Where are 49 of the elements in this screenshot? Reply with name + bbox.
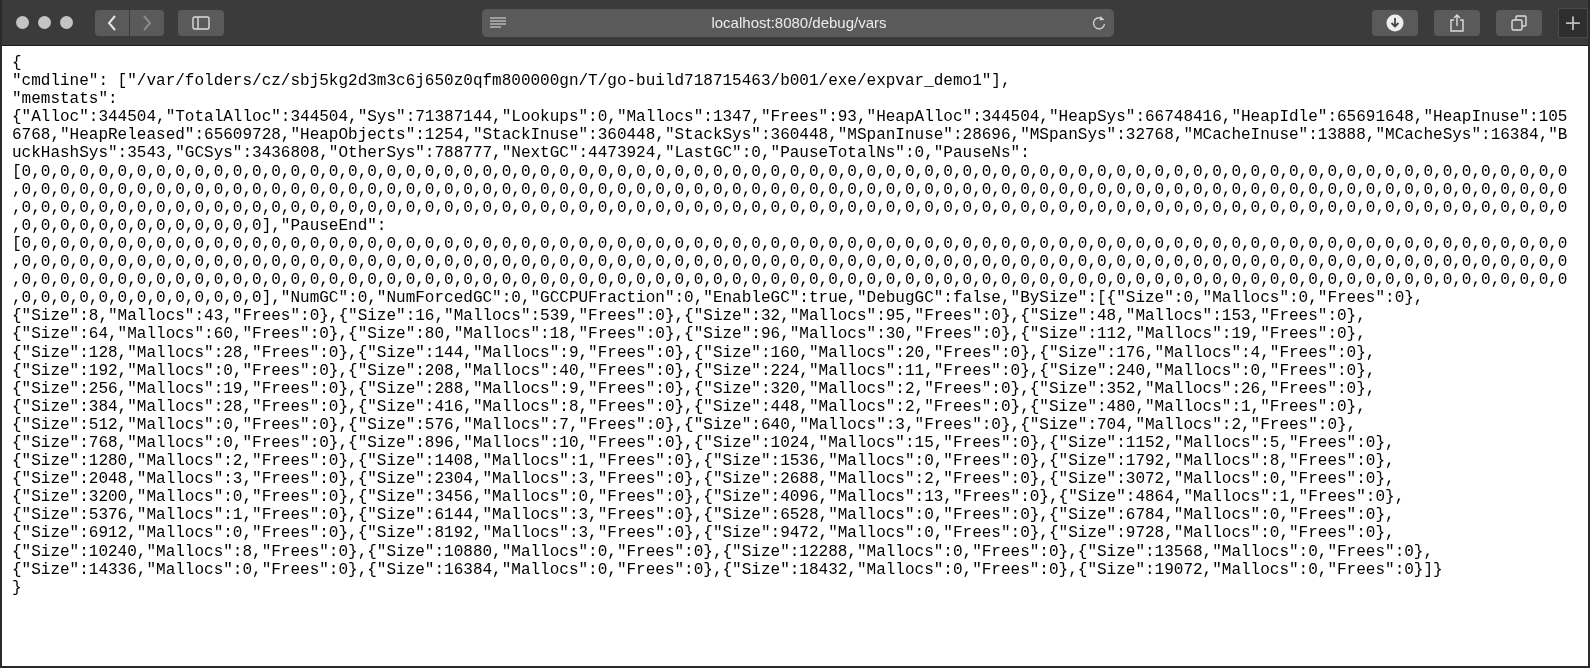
reload-icon[interactable] (1092, 15, 1106, 30)
reader-icon[interactable] (490, 16, 506, 29)
address-bar[interactable]: localhost:8080/debug/vars (482, 8, 1114, 37)
json-line: {"Size":3200,"Mallocs":0,"Frees":0},{"Size":3456,"Mallocs":0,"Frees":0},{"Size":4096,"Mallocs":13,"Frees":0},{"Size":4864,"Mallocs":1,"Frees":0}, (12, 488, 1405, 507)
json-line: {"Alloc":344504,"TotalAlloc":344504,"Sys":71387144,"Lookups":0,"Mallocs":1347,"Frees":93,"HeapAlloc":344504,"HeapSys":66748416,"HeapIdle":65691648,"HeapInuse":105 (12, 108, 1568, 127)
json-line: {"Size":5376,"Mallocs":1,"Frees":0},{"Size":6144,"Mallocs":3,"Frees":0},{"Size":6528,"Mallocs":0,"Frees":0},{"Size":6784,"Mallocs":0,"Frees":0}, (12, 506, 1395, 525)
json-line: ,0,0,0,0,0,0,0,0,0,0,0,0,0,0,0,0,0,0,0,0,0,0,0,0,0,0,0,0,0,0,0,0,0,0,0,0,0,0,0,0,0,0,0,0,0,0,0,0,0,0,0,0,0,0,0,0,0,0,0,0,0,0,0,0,0,0,0,0,0,0,0,0,0,0,0,0,0,0,0,0,0 (12, 271, 1568, 290)
json-line: {"Size":14336,"Mallocs":0,"Frees":0},{"Size":16384,"Mallocs":0,"Frees":0},{"Size":18432,"Mallocs":0,"Frees":0},{"Size":19072,"Mallocs":0,"Frees":0}]} (12, 560, 1443, 579)
json-line: } (12, 578, 22, 597)
json-line: {"Size":128,"Mallocs":28,"Frees":0},{"Size":144,"Mallocs":9,"Frees":0},{"Size":160,"Mallocs":20,"Frees":0},{"Size":176,"Mallocs":4,"Frees":0}, (12, 343, 1376, 362)
json-line: {"Size":192,"Mallocs":0,"Frees":0},{"Size":208,"Mallocs":40,"Frees":0},{"Size":224,"Mallocs":11,"Frees":0},{"Size":240,"Mallocs":0,"Frees":0}, (12, 361, 1376, 380)
chevron-right-icon (142, 14, 152, 31)
download-button[interactable] (1372, 9, 1418, 36)
json-line: 6768,"HeapReleased":65609728,"HeapObjects":1254,"StackInuse":360448,"StackSys":360448,"MSpanInuse":28696,"MSpanSys":32768,"MCacheInuse":13888,"MCacheSys":16384,"B (12, 126, 1568, 145)
new-tab-button[interactable]: + (1558, 7, 1588, 38)
json-line: uckHashSys":3543,"GCSys":3436808,"OtherSys":788777,"NextGC":4473924,"LastGC":0,"PauseTotalNs":0,"PauseNs": (12, 144, 1030, 163)
back-button[interactable] (95, 9, 129, 36)
json-line: ,0,0,0,0,0,0,0,0,0,0,0,0,0,0,0,0,0,0,0,0,0,0,0,0,0,0,0,0,0,0,0,0,0,0,0,0,0,0,0,0,0,0,0,0,0,0,0,0,0,0,0,0,0,0,0,0,0,0,0,0,0,0,0,0,0,0,0,0,0,0,0,0,0,0,0,0,0,0,0,0,0 (12, 180, 1568, 199)
chevron-left-icon (107, 14, 117, 31)
tabs-button[interactable] (1496, 9, 1542, 36)
download-icon (1386, 13, 1404, 32)
close-icon[interactable] (16, 16, 29, 29)
json-line: ,0,0,0,0,0,0,0,0,0,0,0,0,0],"NumGC":0,"NumForcedGC":0,"GCCPUFraction":0,"EnableGC":true,"DebugGC":false,"BySize":[{"Size":0,"Mallocs":0,"Frees":0}, (12, 289, 1424, 308)
json-line: [0,0,0,0,0,0,0,0,0,0,0,0,0,0,0,0,0,0,0,0,0,0,0,0,0,0,0,0,0,0,0,0,0,0,0,0,0,0,0,0,0,0,0,0,0,0,0,0,0,0,0,0,0,0,0,0,0,0,0,0,0,0,0,0,0,0,0,0,0,0,0,0,0,0,0,0,0,0,0,0,0 (12, 162, 1568, 181)
json-line: [0,0,0,0,0,0,0,0,0,0,0,0,0,0,0,0,0,0,0,0,0,0,0,0,0,0,0,0,0,0,0,0,0,0,0,0,0,0,0,0,0,0,0,0,0,0,0,0,0,0,0,0,0,0,0,0,0,0,0,0,0,0,0,0,0,0,0,0,0,0,0,0,0,0,0,0,0,0,0,0,0 (12, 234, 1568, 254)
tabs-icon (1511, 14, 1527, 31)
json-line: ,0,0,0,0,0,0,0,0,0,0,0,0,0],"PauseEnd": (12, 216, 387, 235)
json-line: {"Size":768,"Mallocs":0,"Frees":0},{"Size":896,"Mallocs":10,"Frees":0},{"Size":1024,"Mallocs":15,"Frees":0},{"Size":1152,"Mallocs":5,"Frees":0}, (12, 433, 1395, 453)
json-line: "cmdline": ["/var/folders/cz/sbj5kg2d3m3c6j650z0qfm800000gn/T/go-build718715463/b001/exe/expvar_demo1"], (12, 72, 1011, 91)
minimize-icon[interactable] (38, 16, 51, 29)
json-line: {"Size":384,"Mallocs":28,"Frees":0},{"Size":416,"Mallocs":8,"Frees":0},{"Size":448,"Mallocs":2,"Frees":0},{"Size":480,"Mallocs":1,"Frees":0}, (12, 397, 1366, 416)
json-line: {"Size":6912,"Mallocs":0,"Frees":0},{"Size":8192,"Mallocs":3,"Frees":0},{"Size":9472,"Mallocs":0,"Frees":0},{"Size":9728,"Mallocs":0,"Frees":0}, (12, 524, 1395, 543)
share-icon (1449, 13, 1465, 32)
json-line: {"Size":64,"Mallocs":60,"Frees":0},{"Size":80,"Mallocs":18,"Frees":0},{"Size":96,"Mallocs":30,"Frees":0},{"Size":112,"Mallocs":19,"Frees":0}, (12, 325, 1366, 344)
json-line: "memstats": (12, 90, 118, 109)
json-line: {"Size":10240,"Mallocs":8,"Frees":0},{"Size":10880,"Mallocs":0,"Frees":0},{"Size":12288,"Mallocs":0,"Frees":0},{"Size":13568,"Mallocs":0,"Frees":0}, (12, 542, 1434, 561)
json-line: ,0,0,0,0,0,0,0,0,0,0,0,0,0,0,0,0,0,0,0,0,0,0,0,0,0,0,0,0,0,0,0,0,0,0,0,0,0,0,0,0,0,0,0,0,0,0,0,0,0,0,0,0,0,0,0,0,0,0,0,0,0,0,0,0,0,0,0,0,0,0,0,0,0,0,0,0,0,0,0,0,0 (12, 253, 1568, 272)
json-line: {"Size":1280,"Mallocs":2,"Frees":0},{"Size":1408,"Mallocs":1,"Frees":0},{"Size":1536,"Mallocs":0,"Frees":0},{"Size":1792,"Mallocs":8,"Frees":0}, (12, 452, 1395, 471)
sidebar-button[interactable] (178, 9, 224, 36)
json-line: {"Size":8,"Mallocs":43,"Frees":0},{"Size":16,"Mallocs":539,"Frees":0},{"Size":32,"Mallocs":95,"Frees":0},{"Size":48,"Mallocs":153,"Frees":0}, (12, 307, 1366, 326)
json-line: {"Size":512,"Mallocs":0,"Frees":0},{"Size":576,"Mallocs":7,"Frees":0},{"Size":640,"Mallocs":3,"Frees":0},{"Size":704,"Mallocs":2,"Frees":0}, (12, 415, 1357, 434)
share-button[interactable] (1434, 9, 1480, 36)
json-line: { (12, 54, 22, 73)
json-line: {"Size":2048,"Mallocs":3,"Frees":0},{"Size":2304,"Mallocs":3,"Frees":0},{"Size":2688,"Mallocs":2,"Frees":0},{"Size":3072,"Mallocs":0,"Frees":0}, (12, 470, 1395, 489)
sidebar-icon (192, 15, 210, 30)
url-text: localhost:8080/debug/vars (710, 14, 888, 31)
zoom-icon[interactable] (60, 16, 73, 29)
json-line: {"Size":256,"Mallocs":19,"Frees":0},{"Size":288,"Mallocs":9,"Frees":0},{"Size":320,"Mallocs":2,"Frees":0},{"Size":352,"Mallocs":26,"Frees":0}, (12, 379, 1376, 398)
json-line: ,0,0,0,0,0,0,0,0,0,0,0,0,0,0,0,0,0,0,0,0,0,0,0,0,0,0,0,0,0,0,0,0,0,0,0,0,0,0,0,0,0,0,0,0,0,0,0,0,0,0,0,0,0,0,0,0,0,0,0,0,0,0,0,0,0,0,0,0,0,0,0,0,0,0,0,0,0,0,0,0,0 (12, 198, 1568, 217)
